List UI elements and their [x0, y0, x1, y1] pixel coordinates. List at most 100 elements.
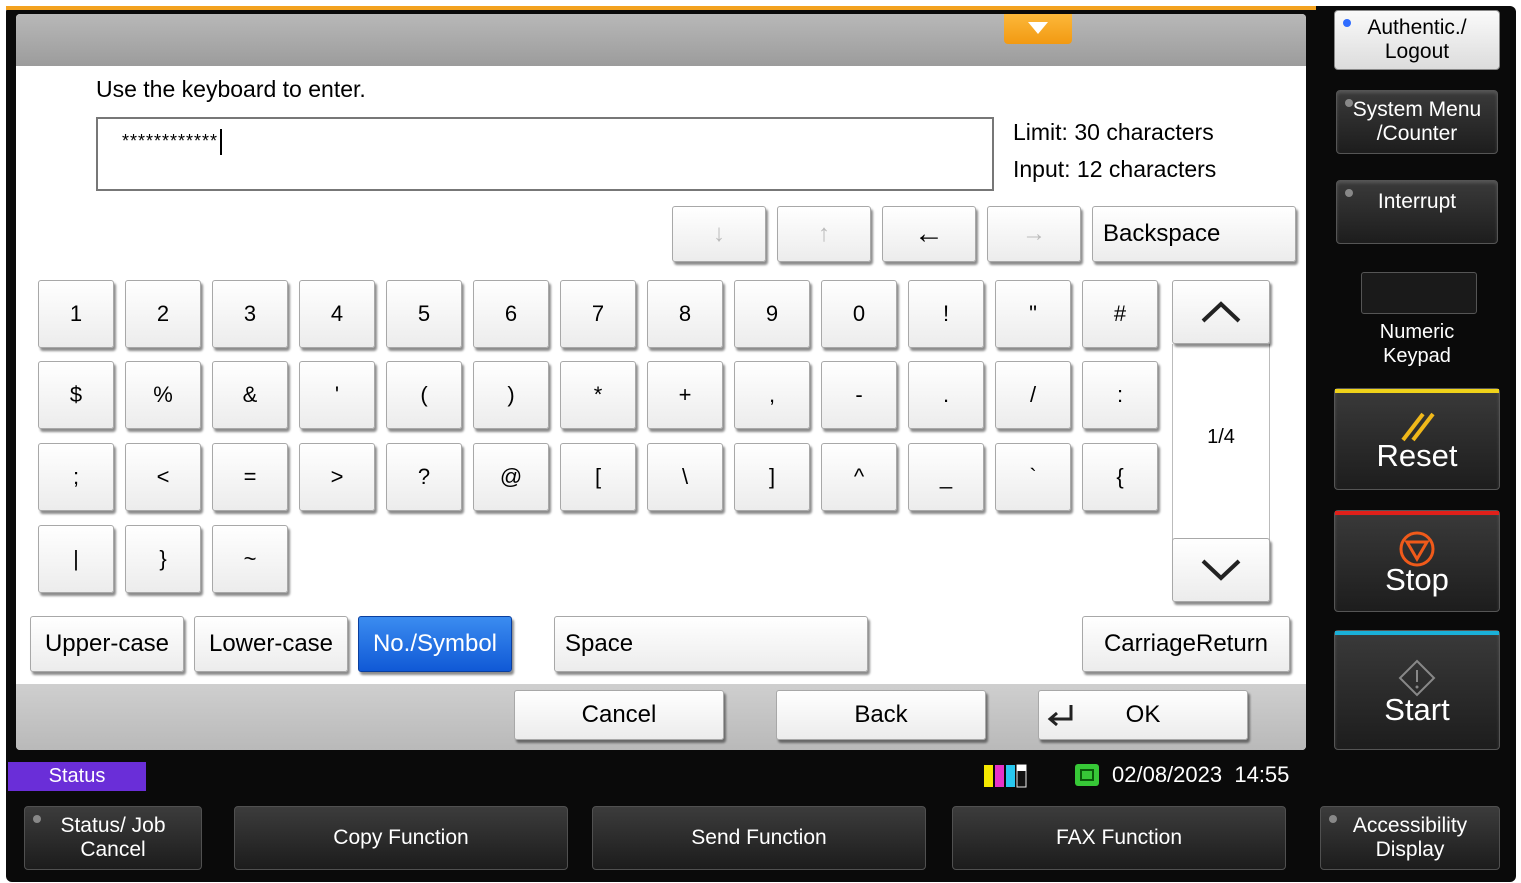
space-button[interactable]: Space	[554, 616, 868, 672]
date-time: 02/08/2023 14:55	[1112, 762, 1289, 788]
key-1[interactable]: 1	[38, 280, 114, 348]
numeric-keypad-label: Numeric Keypad	[1379, 321, 1455, 367]
key-question[interactable]: ?	[386, 443, 462, 511]
key-9[interactable]: 9	[734, 280, 810, 348]
fax-function-key[interactable]: FAX Function	[952, 806, 1286, 870]
limit-text: Limit: 30 characters	[1013, 119, 1214, 145]
cancel-button[interactable]: Cancel	[514, 690, 724, 740]
instruction-text: Use the keyboard to enter.	[96, 76, 366, 102]
key-caret[interactable]: ^	[821, 443, 897, 511]
key-8[interactable]: 8	[647, 280, 723, 348]
system-menu-key[interactable]: System Menu /Counter	[1336, 90, 1498, 154]
stop-label: Stop	[1385, 562, 1449, 597]
key-underscore[interactable]: _	[908, 443, 984, 511]
key-slash[interactable]: /	[995, 361, 1071, 429]
cursor-right-button[interactable]: →	[987, 206, 1081, 262]
chevron-down-icon	[1201, 559, 1241, 581]
key-close-brace[interactable]: }	[125, 525, 201, 593]
key-4[interactable]: 4	[299, 280, 375, 348]
key-backtick[interactable]: `	[995, 443, 1071, 511]
input-count-text: Input: 12 characters	[1013, 156, 1217, 182]
led-indicator	[1345, 189, 1353, 197]
copy-function-key[interactable]: Copy Function	[234, 806, 568, 870]
key-open-brace[interactable]: {	[1082, 443, 1158, 511]
key-minus[interactable]: -	[821, 361, 897, 429]
stop-key[interactable]: Stop	[1334, 510, 1500, 612]
key-semicolon[interactable]: ;	[38, 443, 114, 511]
authentication-logout-label: Authentic./ Logout	[1367, 16, 1467, 63]
reset-color-bar	[1335, 389, 1499, 393]
time-text: 14:55	[1234, 762, 1290, 787]
number-symbol-button[interactable]: No./Symbol	[358, 616, 512, 672]
reset-key[interactable]: Reset	[1334, 388, 1500, 490]
key-ampersand[interactable]: &	[212, 361, 288, 429]
text-caret	[220, 129, 223, 155]
key-period[interactable]: .	[908, 361, 984, 429]
key-6[interactable]: 6	[473, 280, 549, 348]
key-backslash[interactable]: \	[647, 443, 723, 511]
key-apostrophe[interactable]: '	[299, 361, 375, 429]
status-tab[interactable]: Status	[8, 762, 146, 791]
start-color-bar	[1335, 631, 1499, 635]
ok-button[interactable]: OK	[1038, 690, 1248, 740]
key-comma[interactable]: ,	[734, 361, 810, 429]
page-up-button[interactable]	[1172, 280, 1270, 344]
key-colon[interactable]: :	[1082, 361, 1158, 429]
arrow-down-icon: ↓	[713, 220, 725, 247]
ok-label: OK	[1125, 701, 1161, 728]
status-job-cancel-key[interactable]: Status/ Job Cancel	[24, 806, 202, 870]
key-less-than[interactable]: <	[125, 443, 201, 511]
reset-label: Reset	[1376, 438, 1458, 473]
touch-screen: Use the keyboard to enter. ************ …	[16, 14, 1306, 750]
cursor-up-button[interactable]: ↑	[777, 206, 871, 262]
key-2[interactable]: 2	[125, 280, 201, 348]
key-7[interactable]: 7	[560, 280, 636, 348]
interrupt-label: Interrupt	[1377, 190, 1457, 213]
key-greater-than[interactable]: >	[299, 443, 375, 511]
upper-case-button[interactable]: Upper-case	[30, 616, 184, 672]
cursor-down-button[interactable]: ↓	[672, 206, 766, 262]
key-close-paren[interactable]: )	[473, 361, 549, 429]
authentication-logout-key[interactable]: Authentic./ Logout	[1334, 10, 1500, 70]
accessibility-display-key[interactable]: Accessibility Display	[1320, 806, 1500, 870]
key-asterisk[interactable]: *	[560, 361, 636, 429]
back-button[interactable]: Back	[776, 690, 986, 740]
chevron-down-icon	[1028, 22, 1048, 34]
key-open-bracket[interactable]: [	[560, 443, 636, 511]
key-tilde[interactable]: ~	[212, 525, 288, 593]
system-menu-label: System Menu /Counter	[1352, 98, 1482, 145]
interrupt-key[interactable]: Interrupt	[1336, 180, 1498, 244]
carriage-return-button[interactable]: CarriageReturn	[1082, 616, 1290, 672]
start-label: Start	[1384, 692, 1450, 727]
stop-color-bar	[1335, 511, 1499, 515]
key-open-paren[interactable]: (	[386, 361, 462, 429]
enter-icon	[1047, 705, 1073, 727]
key-3[interactable]: 3	[212, 280, 288, 348]
key-plus[interactable]: +	[647, 361, 723, 429]
key-percent[interactable]: %	[125, 361, 201, 429]
arrow-right-icon: →	[1022, 220, 1046, 247]
key-hash[interactable]: #	[1082, 280, 1158, 348]
input-value: ************	[122, 129, 223, 155]
cursor-left-button[interactable]: ←	[882, 206, 976, 262]
key-equals[interactable]: =	[212, 443, 288, 511]
led-indicator	[33, 815, 41, 823]
page-down-button[interactable]	[1172, 538, 1270, 602]
backspace-button[interactable]: Backspace	[1092, 206, 1296, 262]
send-function-key[interactable]: Send Function	[592, 806, 926, 870]
key-close-bracket[interactable]: ]	[734, 443, 810, 511]
lower-case-button[interactable]: Lower-case	[194, 616, 348, 672]
key-0[interactable]: 0	[821, 280, 897, 348]
collapse-tab[interactable]	[1004, 14, 1072, 44]
password-input[interactable]: ************	[96, 117, 994, 191]
key-dollar[interactable]: $	[38, 361, 114, 429]
key-pipe[interactable]: |	[38, 525, 114, 593]
start-key[interactable]: Start	[1334, 630, 1500, 750]
led-indicator	[1329, 815, 1337, 823]
key-double-quote[interactable]: "	[995, 280, 1071, 348]
numeric-keypad-key[interactable]	[1361, 272, 1477, 314]
key-5[interactable]: 5	[386, 280, 462, 348]
date-text: 02/08/2023	[1112, 762, 1223, 787]
key-exclamation[interactable]: !	[908, 280, 984, 348]
key-at[interactable]: @	[473, 443, 549, 511]
